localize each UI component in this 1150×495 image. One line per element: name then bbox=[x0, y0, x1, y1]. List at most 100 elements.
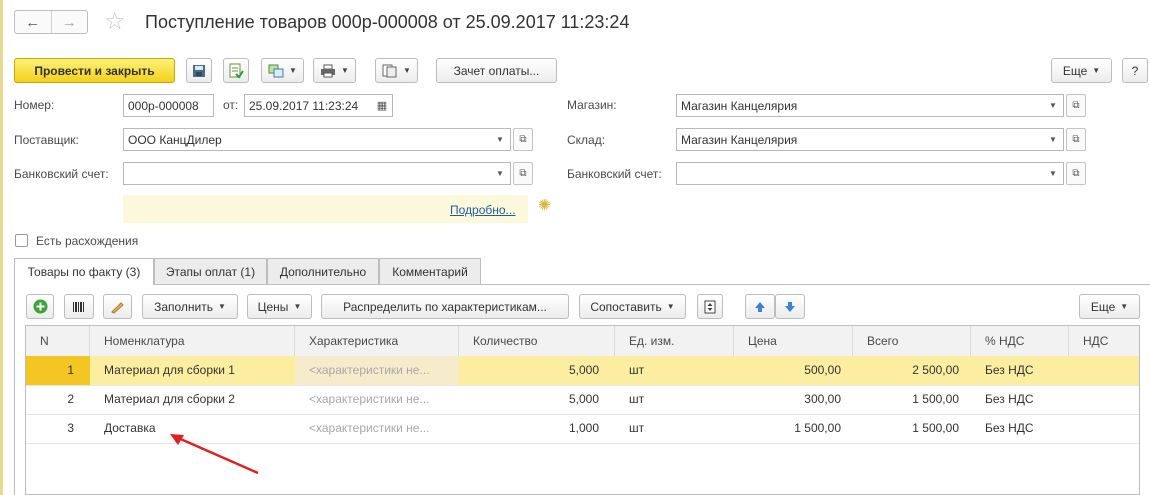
details-link[interactable]: Подробно... bbox=[450, 203, 516, 217]
fill-button[interactable]: Заполнить ▼ bbox=[142, 294, 238, 319]
column-header-n[interactable]: N bbox=[26, 326, 90, 356]
reports-icon bbox=[382, 64, 397, 77]
column-header-vat-rate[interactable]: % НДС bbox=[971, 326, 1069, 356]
cell-quantity[interactable]: 5,000 bbox=[459, 356, 615, 385]
annotation-arrow-icon bbox=[170, 434, 259, 475]
forward-button[interactable]: → bbox=[50, 11, 88, 33]
cell-price[interactable]: 300,00 bbox=[734, 385, 853, 414]
tab-goods-actual[interactable]: Товары по факту (3) bbox=[14, 258, 154, 285]
move-up-button[interactable] bbox=[745, 294, 775, 319]
open-store-button[interactable]: ⧉ bbox=[1066, 94, 1086, 117]
create-based-on-button[interactable]: ▼ bbox=[261, 58, 304, 83]
print-button[interactable]: ▼ bbox=[313, 58, 356, 83]
open-window-icon: ⧉ bbox=[519, 168, 527, 179]
table-row[interactable]: 1 Материал для сборки 1 <характеристики … bbox=[26, 356, 1139, 386]
dropdown-caret-icon: ▼ bbox=[666, 302, 675, 311]
cell-price[interactable]: 1 500,00 bbox=[734, 414, 853, 443]
cell-unit[interactable]: шт bbox=[615, 356, 734, 385]
scan-barcode-button[interactable] bbox=[64, 294, 94, 319]
cell-price[interactable]: 500,00 bbox=[734, 356, 853, 385]
post-and-close-button[interactable]: Провести и закрыть bbox=[14, 58, 175, 83]
number-label: Номер: bbox=[14, 98, 55, 112]
cell-vat[interactable] bbox=[1069, 414, 1139, 443]
loading-spinner-icon: ✺ bbox=[538, 197, 551, 214]
column-header-unit[interactable]: Ед. изм. bbox=[615, 326, 734, 356]
dropdown-caret-icon: ▼ bbox=[341, 66, 349, 75]
cell-vat-rate[interactable]: Без НДС bbox=[971, 385, 1069, 414]
table-header: N Номенклатура Характеристика Количество… bbox=[26, 326, 1139, 357]
dropdown-caret-icon[interactable]: ▼ bbox=[490, 129, 510, 150]
supplier-label: Поставщик: bbox=[14, 133, 79, 147]
dropdown-caret-icon[interactable]: ▼ bbox=[1043, 163, 1063, 184]
discrepancy-checkbox[interactable] bbox=[15, 234, 28, 247]
cell-characteristic[interactable]: <характеристики не... bbox=[295, 385, 459, 414]
dropdown-caret-icon[interactable]: ▼ bbox=[490, 163, 510, 184]
column-header-characteristic[interactable]: Характеристика bbox=[295, 326, 459, 356]
cell-unit[interactable]: шт bbox=[615, 414, 734, 443]
tab-comment[interactable]: Комментарий bbox=[379, 258, 481, 284]
create-based-on-icon bbox=[268, 64, 284, 77]
open-bank-account-2-button[interactable]: ⧉ bbox=[1066, 162, 1086, 185]
cell-vat-rate[interactable]: Без НДС bbox=[971, 414, 1069, 443]
back-button[interactable]: ← bbox=[15, 11, 51, 33]
cell-unit[interactable]: шт bbox=[615, 385, 734, 414]
column-header-vat[interactable]: НДС bbox=[1069, 326, 1139, 356]
cell-total[interactable]: 1 500,00 bbox=[853, 385, 971, 414]
align-columns-button[interactable] bbox=[697, 294, 723, 319]
favorite-star-icon[interactable]: ☆ bbox=[104, 9, 126, 35]
bank-account-field[interactable]: ▼ bbox=[123, 162, 511, 185]
forward-arrow-icon: → bbox=[61, 13, 77, 31]
cell-n: 2 bbox=[67, 392, 74, 406]
cell-vat-rate[interactable]: Без НДС bbox=[971, 356, 1069, 385]
calendar-icon[interactable]: ▦ bbox=[372, 95, 392, 116]
arrow-up-icon bbox=[755, 301, 765, 312]
payment-offset-button[interactable]: Зачет оплаты... bbox=[436, 58, 557, 83]
table-more-button[interactable]: Еще ▼ bbox=[1079, 294, 1140, 319]
reports-button[interactable]: ▼ bbox=[375, 58, 418, 83]
column-header-quantity[interactable]: Количество bbox=[459, 326, 615, 356]
help-button[interactable]: ? bbox=[1122, 58, 1148, 83]
add-icon bbox=[33, 299, 47, 314]
open-bank-account-button[interactable]: ⧉ bbox=[513, 162, 533, 185]
more-actions-button[interactable]: Еще ▼ bbox=[1051, 58, 1112, 83]
warehouse-field[interactable]: Магазин Канцелярия ▼ bbox=[676, 128, 1064, 151]
printer-icon bbox=[321, 64, 336, 77]
cell-quantity[interactable]: 1,000 bbox=[459, 414, 615, 443]
left-accent-bar bbox=[0, 0, 3, 495]
dropdown-caret-icon[interactable]: ▼ bbox=[1043, 129, 1063, 150]
cell-characteristic[interactable]: <характеристики не... bbox=[295, 356, 459, 385]
dropdown-caret-icon[interactable]: ▼ bbox=[1043, 95, 1063, 116]
open-warehouse-button[interactable]: ⧉ bbox=[1066, 128, 1086, 151]
column-header-total[interactable]: Всего bbox=[853, 326, 971, 356]
bank-account-2-field[interactable]: ▼ bbox=[676, 162, 1064, 185]
move-down-button[interactable] bbox=[775, 294, 805, 319]
cell-quantity[interactable]: 5,000 bbox=[459, 385, 615, 414]
open-supplier-button[interactable]: ⧉ bbox=[513, 128, 533, 151]
tab-payment-stages[interactable]: Этапы оплат (1) bbox=[154, 258, 267, 284]
number-field[interactable]: 000р-000008 bbox=[123, 94, 214, 117]
add-row-button[interactable] bbox=[26, 294, 54, 319]
date-field[interactable]: 25.09.2017 11:23:24 ▦ bbox=[244, 94, 393, 117]
cell-vat[interactable] bbox=[1069, 385, 1139, 414]
column-header-price[interactable]: Цена bbox=[734, 326, 853, 356]
cell-vat[interactable] bbox=[1069, 356, 1139, 385]
store-field[interactable]: Магазин Канцелярия ▼ bbox=[676, 94, 1064, 117]
distribute-by-characteristics-button[interactable]: Распределить по характеристикам... bbox=[321, 294, 569, 319]
cell-item[interactable]: Материал для сборки 1 bbox=[90, 356, 295, 385]
supplier-field[interactable]: ООО КанцДилер ▼ bbox=[123, 128, 511, 151]
column-header-item[interactable]: Номенклатура bbox=[90, 326, 295, 356]
table-row[interactable]: 2 Материал для сборки 2 <характеристики … bbox=[26, 385, 1139, 415]
cell-item[interactable]: Материал для сборки 2 bbox=[90, 385, 295, 414]
cell-characteristic[interactable]: <характеристики не... bbox=[295, 414, 459, 443]
cell-total[interactable]: 1 500,00 bbox=[853, 414, 971, 443]
pick-goods-button[interactable] bbox=[103, 294, 132, 319]
tab-additional[interactable]: Дополнительно bbox=[267, 258, 379, 284]
post-button[interactable] bbox=[223, 58, 249, 83]
more-actions-label: Еще bbox=[1062, 63, 1088, 78]
cell-total[interactable]: 2 500,00 bbox=[853, 356, 971, 385]
match-button[interactable]: Сопоставить ▼ bbox=[579, 294, 686, 319]
prices-button[interactable]: Цены ▼ bbox=[247, 294, 312, 319]
save-button[interactable] bbox=[186, 58, 212, 83]
cell-n: 3 bbox=[67, 421, 74, 435]
warehouse-value: Магазин Канцелярия bbox=[681, 132, 798, 147]
